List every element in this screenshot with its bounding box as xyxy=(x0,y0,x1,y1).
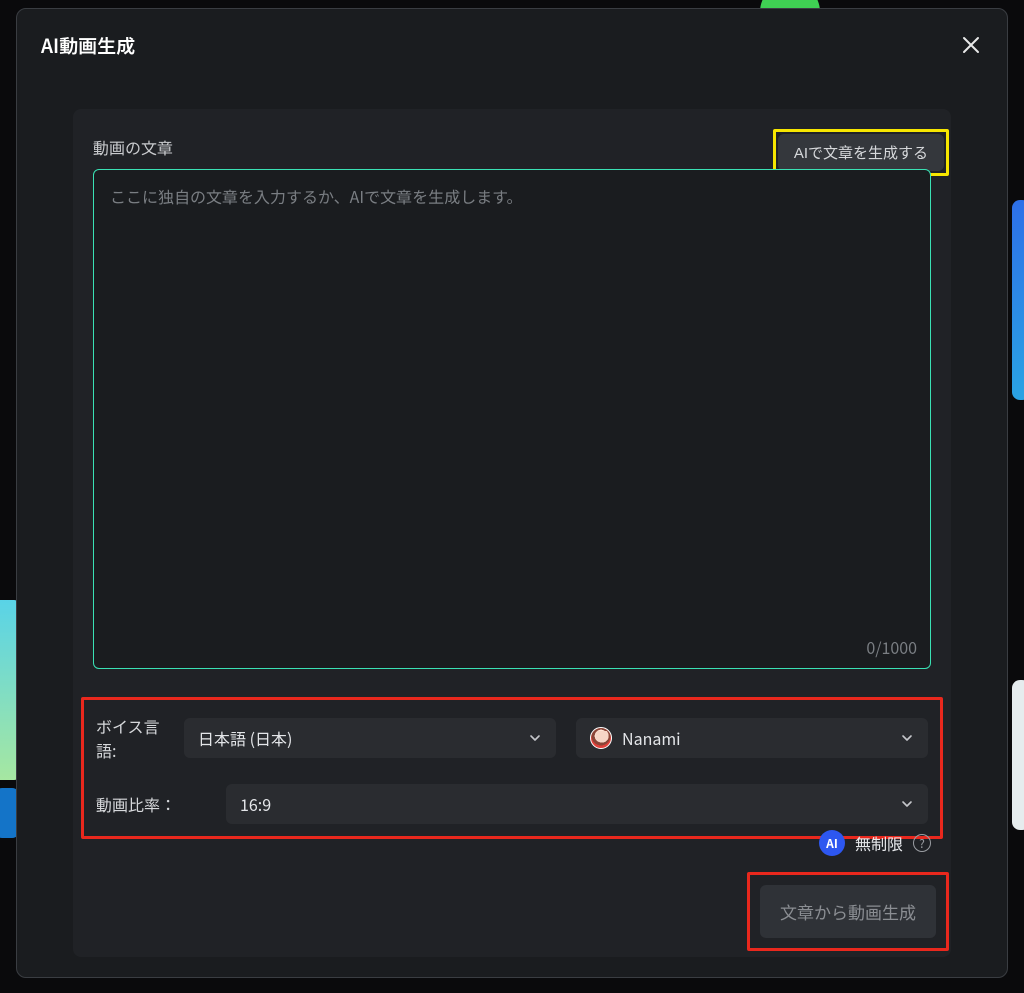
voice-name-value: Nanami xyxy=(622,726,681,750)
voice-avatar-icon xyxy=(590,727,612,749)
annotation-highlight-red-options: ボイス言語: 日本語 (日本) Nanami xyxy=(81,697,943,839)
credits-row: AI 無制限 ? xyxy=(819,830,931,856)
voice-language-label: ボイス言語: xyxy=(96,714,164,762)
chevron-down-icon xyxy=(900,731,914,745)
chevron-down-icon xyxy=(900,797,914,811)
generate-video-button[interactable]: 文章から動画生成 xyxy=(760,885,936,938)
unlimited-label: 無制限 xyxy=(855,831,903,855)
voice-language-select[interactable]: 日本語 (日本) xyxy=(184,718,556,758)
voice-language-value: 日本語 (日本) xyxy=(198,726,292,750)
dialog-title: AI動画生成 xyxy=(41,32,135,59)
bg-thumb-right-1 xyxy=(1012,200,1024,400)
voice-language-row: ボイス言語: 日本語 (日本) Nanami xyxy=(96,714,928,762)
ai-badge-icon: AI xyxy=(819,830,845,856)
ai-video-gen-dialog: AI動画生成 動画の文章 AIで文章を生成する 0/1000 ボイス言語: 日本… xyxy=(16,8,1008,978)
aspect-ratio-row: 動画比率： 16:9 xyxy=(96,784,928,824)
text-section-header: 動画の文章 AIで文章を生成する xyxy=(73,127,951,167)
close-icon xyxy=(962,36,980,54)
help-icon[interactable]: ? xyxy=(913,834,931,852)
aspect-ratio-label: 動画比率： xyxy=(96,792,206,816)
annotation-highlight-red-generate: 文章から動画生成 xyxy=(747,872,949,951)
ai-generate-text-button[interactable]: AIで文章を生成する xyxy=(778,134,944,171)
voice-name-select[interactable]: Nanami xyxy=(576,718,928,758)
dialog-header: AI動画生成 xyxy=(17,9,1007,69)
dialog-footer: AI 無制限 ? 文章から動画生成 xyxy=(73,822,951,957)
dialog-content-panel: 動画の文章 AIで文章を生成する 0/1000 ボイス言語: 日本語 (日本) xyxy=(73,109,951,957)
bg-thumb-right-2 xyxy=(1012,680,1024,830)
script-textarea[interactable] xyxy=(93,169,931,669)
close-button[interactable] xyxy=(957,31,985,59)
aspect-ratio-select[interactable]: 16:9 xyxy=(226,784,928,824)
script-textarea-wrap: 0/1000 xyxy=(93,169,931,669)
chevron-down-icon xyxy=(528,731,542,745)
aspect-ratio-value: 16:9 xyxy=(240,792,271,816)
text-section-label: 動画の文章 xyxy=(93,135,173,159)
